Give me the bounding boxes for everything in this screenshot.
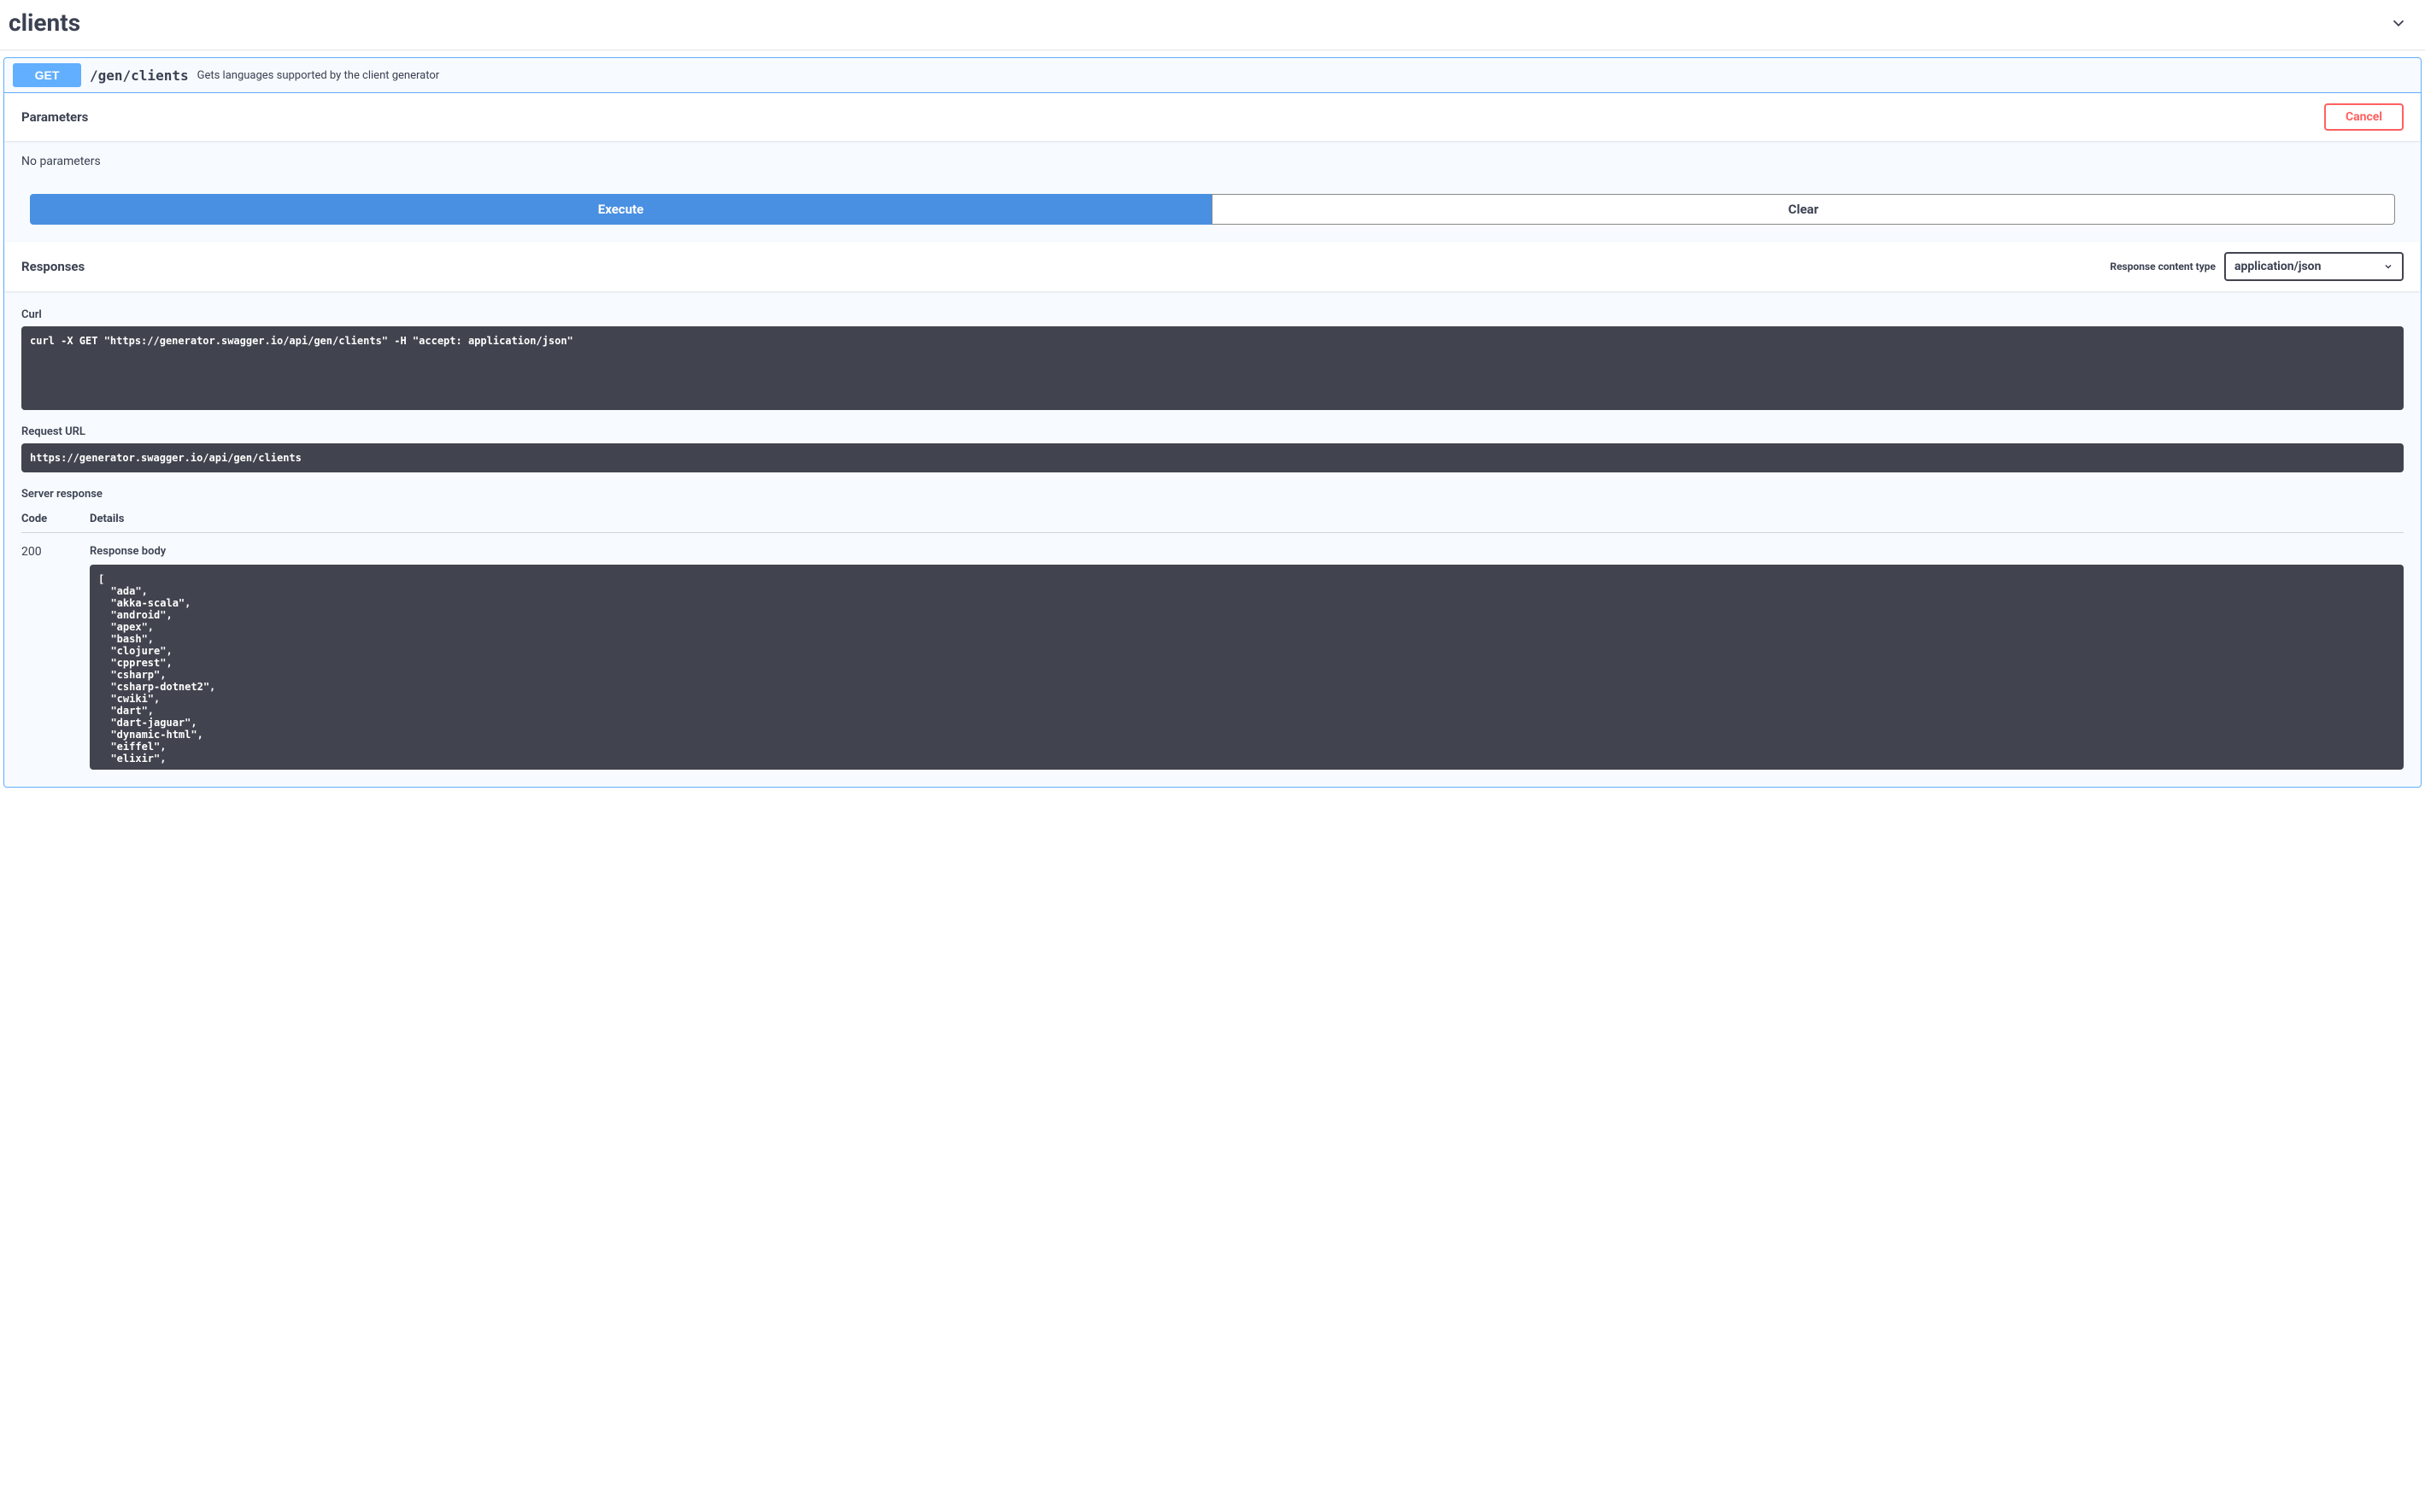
- operation-block: GET /gen/clients Gets languages supporte…: [3, 57, 2422, 788]
- operation-summary[interactable]: GET /gen/clients Gets languages supporte…: [4, 58, 2421, 93]
- response-detail: Response body [ "ada", "akka-scala", "an…: [90, 545, 2404, 770]
- clear-button[interactable]: Clear: [1212, 194, 2395, 225]
- content-type-select[interactable]: application/json: [2224, 252, 2404, 281]
- parameters-header: Parameters Cancel: [4, 93, 2421, 141]
- curl-label: Curl: [21, 308, 2404, 321]
- response-table-header: Code Details: [21, 506, 2404, 533]
- parameters-body: No parameters: [4, 141, 2421, 194]
- curl-command[interactable]: curl -X GET "https://generator.swagger.i…: [21, 326, 2404, 410]
- method-badge: GET: [13, 63, 81, 87]
- section-header[interactable]: clients: [0, 0, 2425, 50]
- response-body-label: Response body: [90, 545, 2404, 558]
- details-column-header: Details: [90, 513, 2404, 525]
- content-type-label: Response content type: [2110, 261, 2216, 273]
- server-response-label: Server response: [21, 488, 2404, 501]
- operation-path: /gen/clients: [90, 67, 189, 84]
- cancel-button[interactable]: Cancel: [2324, 103, 2404, 131]
- code-column-header: Code: [21, 513, 90, 525]
- execute-wrapper: Execute Clear: [4, 194, 2421, 242]
- responses-heading: Responses: [21, 259, 85, 274]
- response-body[interactable]: [ "ada", "akka-scala", "android", "apex"…: [90, 565, 2404, 770]
- responses-body: Curl curl -X GET "https://generator.swag…: [4, 291, 2421, 787]
- execute-button[interactable]: Execute: [30, 194, 1212, 225]
- content-type-wrapper: Response content type application/json: [2110, 252, 2404, 281]
- status-code: 200: [21, 545, 90, 770]
- no-parameters-text: No parameters: [21, 155, 101, 168]
- section-title: clients: [9, 9, 80, 37]
- chevron-down-icon: [2389, 14, 2408, 32]
- request-url-label: Request URL: [21, 425, 2404, 438]
- parameters-heading: Parameters: [21, 109, 88, 125]
- operation-description: Gets languages supported by the client g…: [197, 69, 440, 82]
- response-row: 200 Response body [ "ada", "akka-scala",…: [21, 533, 2404, 770]
- responses-header: Responses Response content type applicat…: [4, 242, 2421, 291]
- request-url[interactable]: https://generator.swagger.io/api/gen/cli…: [21, 443, 2404, 472]
